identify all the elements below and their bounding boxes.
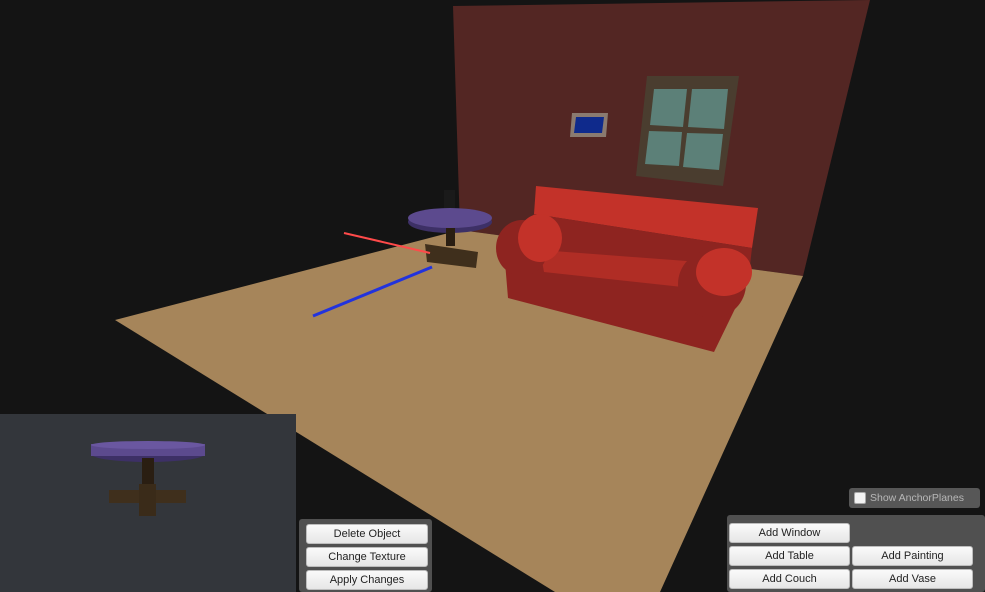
table-preview-render [91,441,205,516]
add-window-button[interactable]: Add Window [729,523,850,543]
add-couch-button[interactable]: Add Couch [729,569,850,589]
change-texture-button[interactable]: Change Texture [306,547,428,567]
add-table-button[interactable]: Add Table [729,546,850,566]
object-actions-panel: Delete Object Change Texture Apply Chang… [299,519,432,592]
anchor-planes-label: Show AnchorPlanes [870,492,964,504]
object-preview-panel [0,414,296,592]
add-vase-button[interactable]: Add Vase [852,569,973,589]
add-objects-panel: Add Window Add Table Add Painting Add Co… [727,515,985,592]
add-painting-button[interactable]: Add Painting [852,546,973,566]
delete-object-button[interactable]: Delete Object [306,524,428,544]
apply-changes-button[interactable]: Apply Changes [306,570,428,590]
anchor-planes-checkbox[interactable] [854,492,866,504]
show-anchor-planes-toggle[interactable]: Show AnchorPlanes [849,488,980,508]
painting-object[interactable] [570,113,608,137]
window-object[interactable] [636,76,739,186]
